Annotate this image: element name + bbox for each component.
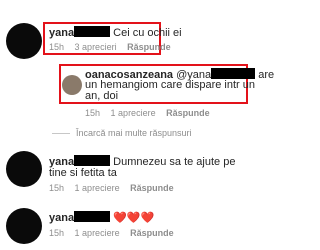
comment-4-meta: 15h 1 apreciere Răspunde (49, 228, 182, 238)
comment-4-time: 15h (49, 228, 65, 238)
comment-2-reply-button[interactable]: Răspunde (166, 108, 210, 118)
comment-4-line: yana ❤️❤️❤️ (49, 211, 154, 225)
comment-2-likes[interactable]: 1 apreciere (111, 108, 156, 118)
comment-1-username[interactable]: yana (49, 27, 74, 39)
comment-1-likes[interactable]: 3 aprecieri (75, 42, 117, 52)
comment-3-time: 15h (49, 183, 65, 193)
comment-2-line3: an, doi (85, 90, 119, 102)
comment-1-time: 15h (49, 42, 65, 52)
comment-1-text: yana Cei cu ochii ei (49, 26, 182, 40)
redacted-username (74, 26, 111, 37)
load-more-replies-button[interactable]: Încarcă mai multe răspunsuri (52, 128, 192, 138)
hearts-emoji: ❤️❤️❤️ (113, 212, 155, 224)
comment-1-body: Cei cu ochii ei (113, 27, 182, 39)
comment-4-reply-button[interactable]: Răspunde (130, 228, 174, 238)
comment-3-body-1: Dumnezeu sa te ajute pe (113, 156, 236, 168)
avatar[interactable] (6, 151, 42, 187)
avatar[interactable] (6, 23, 42, 59)
load-more-label: Încarcă mai multe răspunsuri (76, 128, 192, 138)
comment-3-meta: 15h 1 apreciere Răspunde (49, 183, 182, 193)
comment-4-username[interactable]: yana (49, 212, 74, 224)
comment-3-line2: tine si fetita ta (49, 167, 117, 179)
comment-2-time: 15h (85, 108, 101, 118)
comment-2-meta: 15h 1 apreciere Răspunde (85, 108, 218, 118)
redacted-username (211, 68, 256, 79)
avatar[interactable] (6, 208, 42, 244)
redacted-username (74, 211, 111, 222)
comment-4-likes[interactable]: 1 apreciere (75, 228, 120, 238)
dash-divider (52, 133, 70, 135)
comment-2-text-1: are (258, 69, 275, 81)
comment-3-reply-button[interactable]: Răspunde (130, 183, 174, 193)
comment-3-likes[interactable]: 1 apreciere (75, 183, 120, 193)
redacted-username (74, 155, 111, 166)
comment-1-meta: 15h 3 aprecieri Răspunde (49, 42, 179, 52)
comment-1-reply-button[interactable]: Răspunde (127, 42, 171, 52)
